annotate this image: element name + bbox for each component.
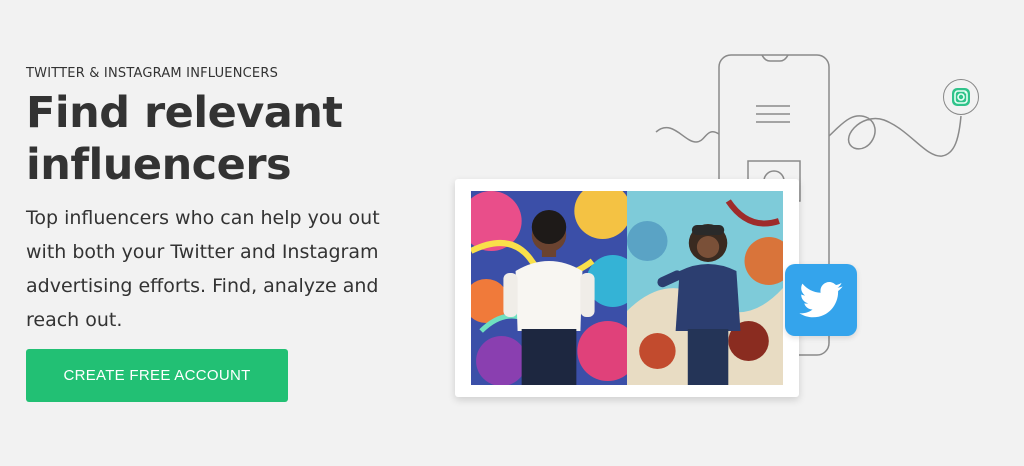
- page-title: Find relevant influencers: [26, 87, 396, 191]
- influencer-photo-left: [471, 191, 627, 385]
- hero-text-block: TWITTER & INSTAGRAM INFLUENCERS Find rel…: [26, 66, 396, 337]
- twitter-bird-icon: [785, 264, 857, 336]
- hero-description: Top influencers who can help you out wit…: [26, 207, 380, 331]
- squiggle-right: [828, 115, 962, 157]
- instagram-icon: [943, 79, 979, 115]
- influencer-photo-card: [455, 179, 799, 397]
- squiggle-left: [655, 126, 720, 143]
- headline-line-1: Find relevant: [26, 88, 343, 138]
- eyebrow-label: TWITTER & INSTAGRAM INFLUENCERS: [26, 66, 279, 81]
- influencer-photo-right: [627, 191, 783, 385]
- create-free-account-button[interactable]: CREATE FREE ACCOUNT: [26, 349, 288, 402]
- hero-illustration: [440, 40, 1000, 420]
- headline-line-2: influencers: [26, 140, 292, 190]
